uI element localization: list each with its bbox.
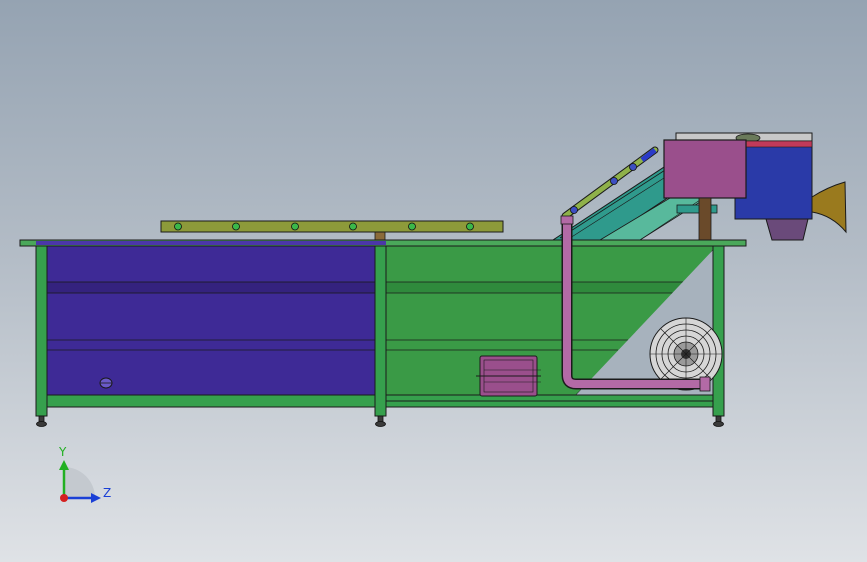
y-axis-label: Y: [58, 445, 67, 459]
cad-viewport[interactable]: Y Z: [0, 0, 867, 562]
electrical-junction-box[interactable]: [476, 355, 541, 397]
z-axis-arrow-icon: [91, 493, 101, 503]
machine-drawing: Y Z: [19, 132, 847, 503]
z-axis-label: Z: [103, 486, 111, 500]
coordinate-triad: Y Z: [58, 445, 111, 503]
wash-tank-left[interactable]: [46, 245, 376, 396]
leveling-feet: [36, 415, 724, 427]
discharge-chute[interactable]: [811, 181, 847, 234]
y-axis-arrow-icon: [59, 460, 69, 470]
origin-dot-icon: [60, 494, 68, 502]
control-box[interactable]: [663, 139, 747, 243]
